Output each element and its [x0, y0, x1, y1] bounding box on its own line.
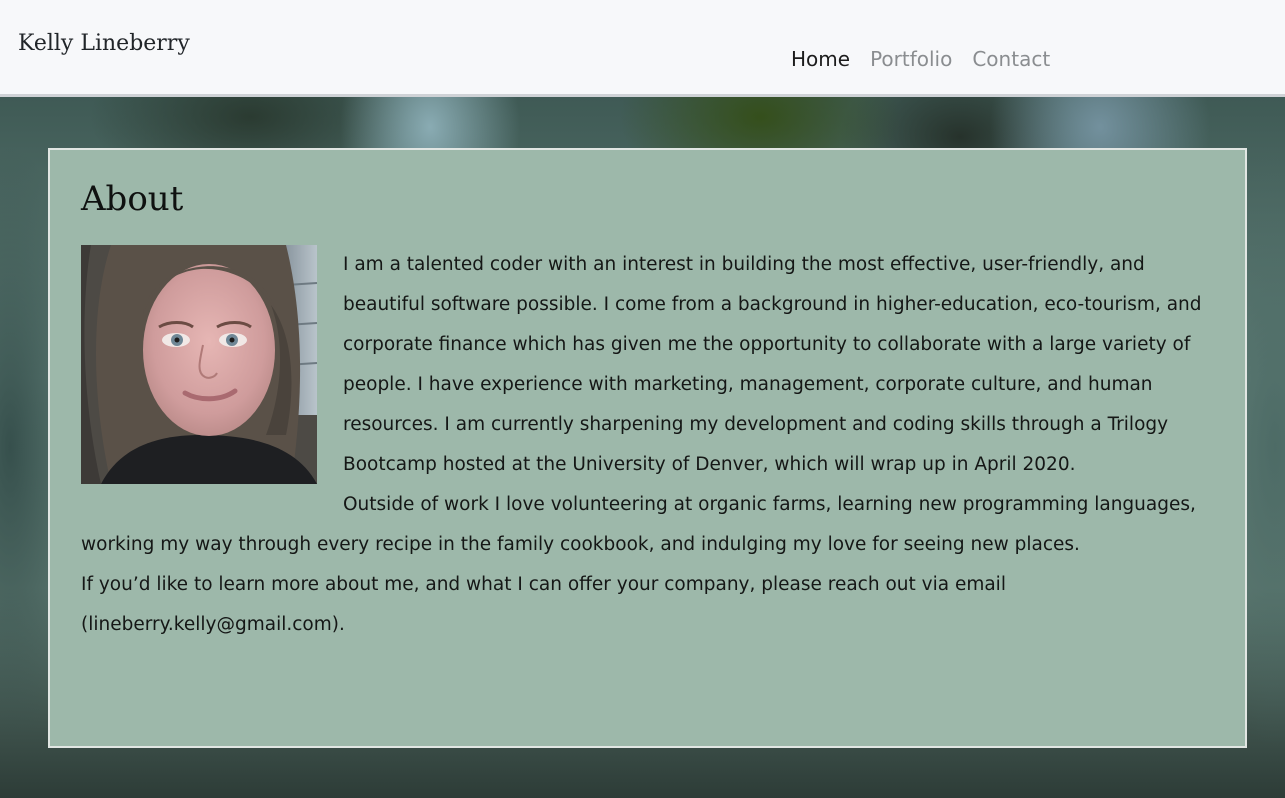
main-nav: Home Portfolio Contact	[781, 46, 1060, 72]
about-paragraph-contact: If you’d like to learn more about me, an…	[81, 574, 1006, 635]
about-paragraph-hobbies: Outside of work I love volunteering at o…	[81, 494, 1196, 555]
nav-home[interactable]: Home	[781, 46, 860, 72]
about-body: I am a talented coder with an interest i…	[81, 245, 1217, 645]
profile-photo	[81, 245, 317, 484]
nav-contact[interactable]: Contact	[962, 46, 1060, 72]
about-section: About I am a talented coder with an inte…	[48, 148, 1247, 748]
brand-link[interactable]: Kelly Lineberry	[18, 31, 190, 56]
about-heading: About	[81, 179, 184, 219]
navbar: Kelly Lineberry Home Portfolio Contact	[0, 0, 1285, 97]
nav-portfolio[interactable]: Portfolio	[860, 46, 962, 72]
